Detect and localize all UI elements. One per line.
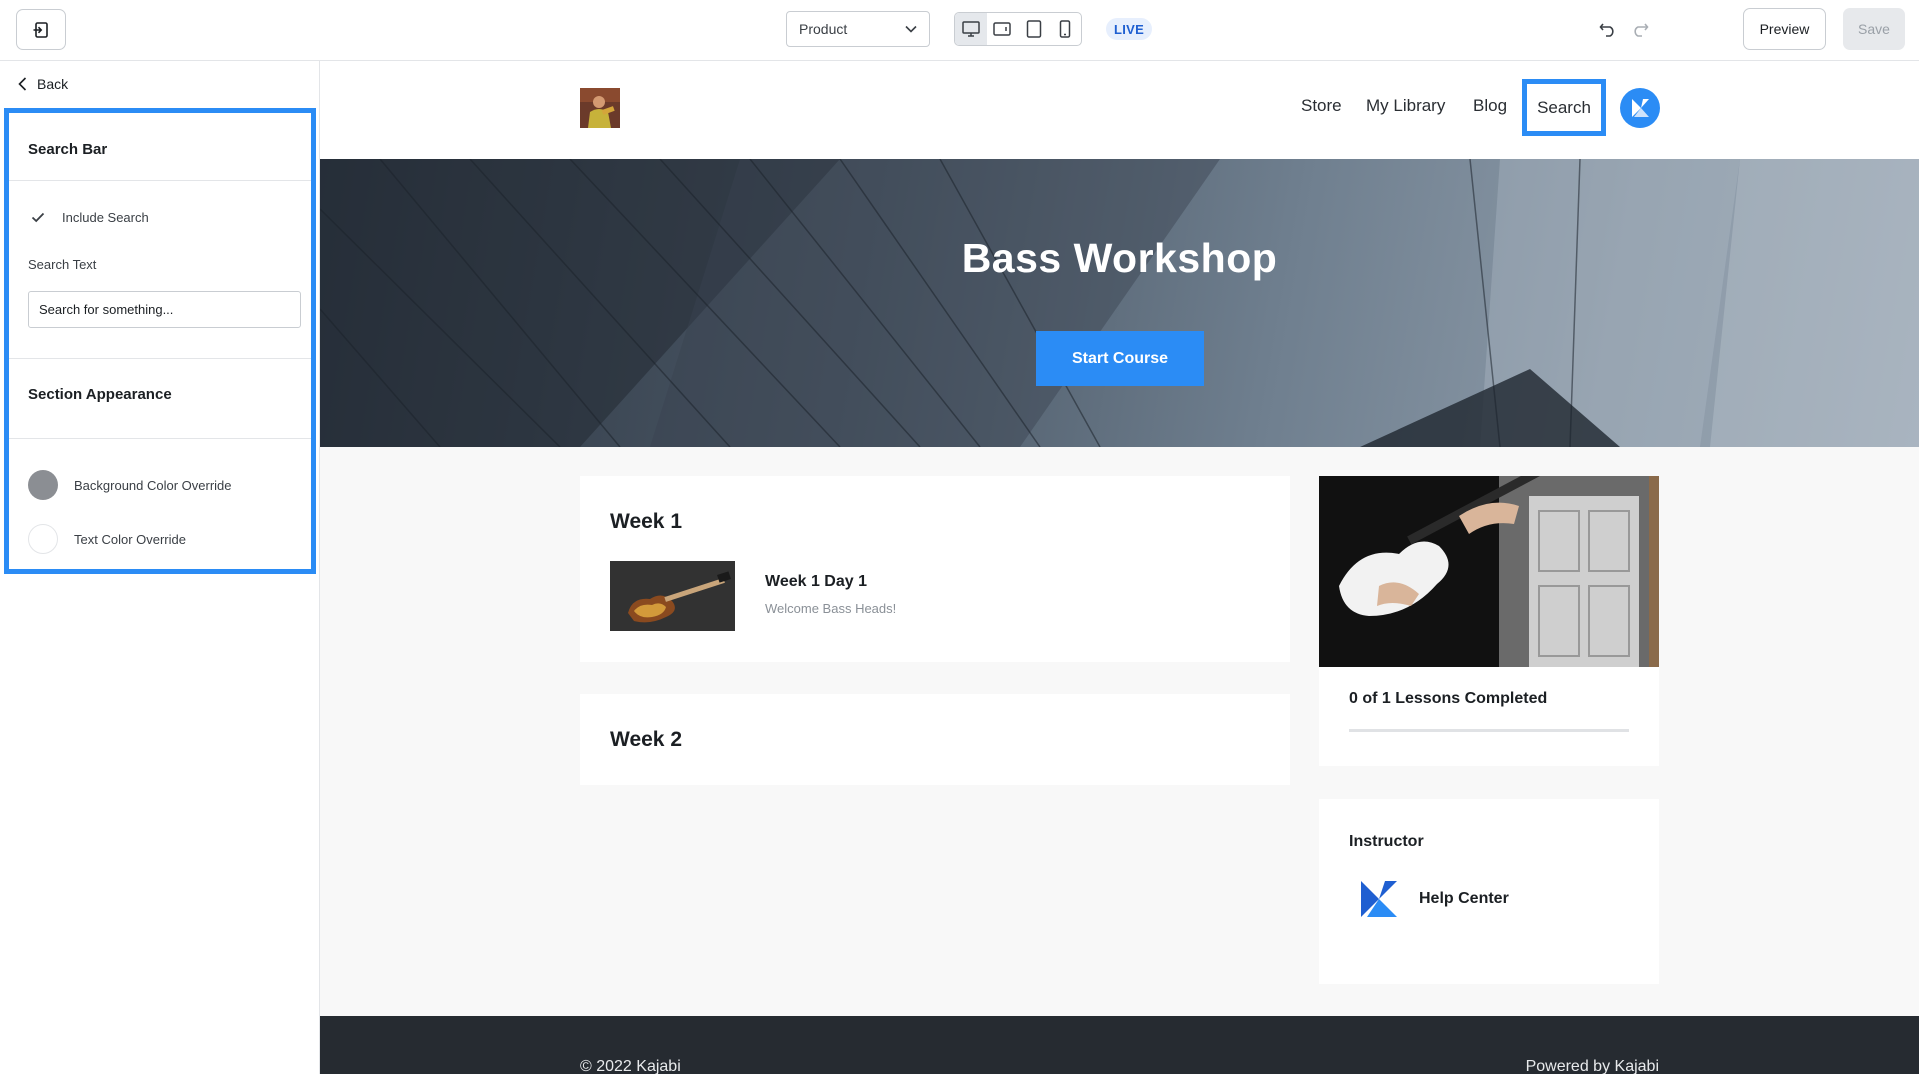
chevron-left-icon xyxy=(18,77,27,91)
background-color-override[interactable]: Background Color Override xyxy=(28,470,232,500)
section-appearance-title: Section Appearance xyxy=(28,386,172,403)
background-color-swatch[interactable] xyxy=(28,470,58,500)
preview-button[interactable]: Preview xyxy=(1743,8,1826,50)
instructor-name: Help Center xyxy=(1419,890,1509,907)
text-color-label: Text Color Override xyxy=(74,531,186,547)
search-bar-options: Include Search Search Text xyxy=(9,181,311,359)
search-text-label: Search Text xyxy=(28,257,97,272)
device-tablet-landscape-button[interactable] xyxy=(987,13,1019,45)
live-status-badge: LIVE xyxy=(1106,18,1153,40)
lesson-subtitle: Welcome Bass Heads! xyxy=(765,601,897,616)
back-link[interactable]: Back xyxy=(18,71,68,97)
week-2-title: Week 2 xyxy=(610,728,682,751)
checkmark-icon xyxy=(28,207,48,227)
device-tablet-button[interactable] xyxy=(1018,13,1050,45)
background-color-label: Background Color Override xyxy=(74,477,232,493)
week-1-title: Week 1 xyxy=(610,510,682,533)
editor-topbar: Product LIVE Preview Save xyxy=(0,0,1919,61)
include-search-label: Include Search xyxy=(62,209,149,225)
page-type-value: Product xyxy=(799,21,848,37)
hero-banner: Bass Workshop Start Course xyxy=(320,159,1919,447)
start-course-button[interactable]: Start Course xyxy=(1036,331,1204,386)
week-2-card: Week 2 xyxy=(580,694,1290,785)
nav-my-library-link[interactable]: My Library xyxy=(1366,96,1445,116)
exit-icon xyxy=(33,21,48,38)
text-color-swatch[interactable] xyxy=(28,524,58,554)
redo-icon xyxy=(1634,23,1649,37)
page-type-select[interactable]: Product xyxy=(786,11,930,47)
lesson-item[interactable]: Week 1 Day 1 Welcome Bass Heads! xyxy=(610,561,896,631)
search-bar-settings-panel: Search Bar Include Search Search Text Se… xyxy=(4,108,316,574)
week-1-card: Week 1 Week 1 Day 1 Welcome Bass Heads! xyxy=(580,476,1290,662)
nav-store-link[interactable]: Store xyxy=(1301,96,1342,116)
site-header: Store My Library Blog Search xyxy=(320,61,1919,159)
search-bar-title: Search Bar xyxy=(28,141,108,158)
kajabi-logo-icon xyxy=(1361,881,1397,917)
text-color-override[interactable]: Text Color Override xyxy=(28,524,186,554)
footer-copyright: © 2022 Kajabi xyxy=(580,1058,681,1074)
footer-powered-by[interactable]: Powered by Kajabi xyxy=(1526,1058,1659,1074)
instructor-card: Instructor Help Center xyxy=(1319,799,1659,984)
include-search-checkbox[interactable]: Include Search xyxy=(28,207,149,227)
user-avatar[interactable] xyxy=(1620,88,1660,128)
save-button[interactable]: Save xyxy=(1843,8,1905,50)
search-text-input[interactable] xyxy=(28,291,301,328)
progress-bar xyxy=(1349,729,1629,732)
hero-title: Bass Workshop xyxy=(961,235,1278,281)
nav-blog-link[interactable]: Blog xyxy=(1473,96,1507,116)
device-desktop-button[interactable] xyxy=(955,13,987,45)
redo-button[interactable] xyxy=(1628,17,1652,41)
tablet-landscape-icon xyxy=(993,22,1011,36)
section-appearance-options: Background Color Override Text Color Ove… xyxy=(9,439,311,569)
tablet-icon xyxy=(1026,20,1041,38)
lesson-text: Week 1 Day 1 Welcome Bass Heads! xyxy=(765,561,896,631)
lesson-title: Week 1 Day 1 xyxy=(765,573,867,590)
site-preview-canvas: Store My Library Blog Search Bass Worksh… xyxy=(320,61,1919,1074)
exit-editor-button[interactable] xyxy=(16,9,66,50)
undo-button[interactable] xyxy=(1596,17,1620,41)
course-cover-image xyxy=(1319,476,1659,667)
hero-background-image xyxy=(320,159,1919,447)
course-progress-card: 0 of 1 Lessons Completed xyxy=(1319,476,1659,766)
desktop-icon xyxy=(962,21,980,37)
lesson-thumbnail xyxy=(610,561,735,631)
search-bar-section-header: Search Bar xyxy=(9,113,311,181)
section-appearance-header: Section Appearance xyxy=(9,359,311,439)
device-mobile-button[interactable] xyxy=(1050,13,1082,45)
back-label: Back xyxy=(37,76,69,92)
nav-search-link[interactable]: Search xyxy=(1522,79,1606,136)
settings-sidebar: Back Search Bar Include Search Search Te… xyxy=(0,61,320,1074)
undo-icon xyxy=(1599,23,1614,37)
chevron-down-icon xyxy=(905,25,917,33)
instructor-item[interactable]: Help Center xyxy=(1359,879,1509,919)
kajabi-logo-icon xyxy=(1632,99,1649,117)
progress-label: 0 of 1 Lessons Completed xyxy=(1349,690,1548,707)
mobile-icon xyxy=(1060,20,1071,38)
instructor-label: Instructor xyxy=(1349,833,1424,850)
site-logo[interactable] xyxy=(580,88,620,128)
site-footer: © 2022 Kajabi Powered by Kajabi xyxy=(320,1016,1919,1074)
device-toggle xyxy=(954,12,1082,46)
